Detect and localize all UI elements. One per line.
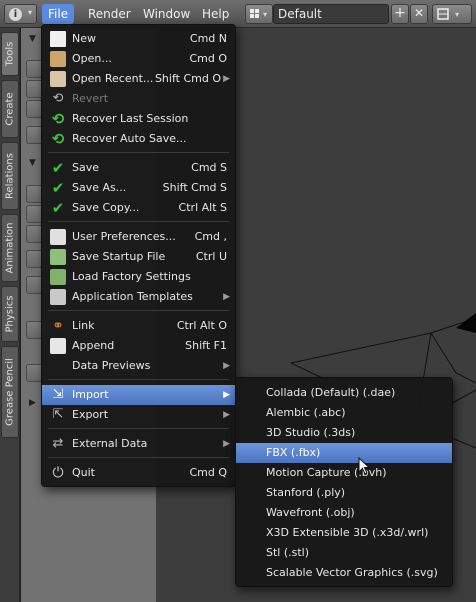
delete-layout-button[interactable]: ✕	[410, 4, 428, 24]
power-icon: ⏻	[52, 465, 64, 481]
file-menu: New Cmd N Open... Cmd O Open Recent... S…	[41, 24, 236, 487]
submenu-arrow-icon: ▶	[223, 292, 230, 302]
menu-window[interactable]: Window	[137, 4, 196, 24]
menu-item-save[interactable]: ✔ Save Cmd S	[42, 158, 235, 178]
menu-render[interactable]: Render	[82, 4, 137, 24]
scene-icon: ▾	[437, 8, 459, 20]
new-file-icon	[50, 31, 66, 47]
menu-item-import[interactable]: ⇲ Import ▶	[42, 385, 235, 405]
factory-settings-icon	[50, 269, 66, 285]
menu-item-append[interactable]: Append Shift F1	[42, 336, 235, 356]
menu-item-new[interactable]: New Cmd N	[42, 29, 235, 49]
import-fbx[interactable]: FBX (.fbx)	[236, 443, 452, 463]
tool-shelf-tabs: Tools Create Relations Animation Physics…	[0, 28, 20, 602]
mouse-cursor-icon	[358, 457, 371, 475]
info-icon: i	[9, 8, 22, 21]
menu-separator	[48, 428, 229, 429]
submenu-arrow-icon: ▶	[223, 390, 230, 400]
templates-icon	[50, 289, 66, 305]
menu-item-recover-last-session[interactable]: ⟲ Recover Last Session	[42, 109, 235, 129]
checkmark-icon: ✔	[51, 159, 65, 177]
scene-selector-button[interactable]: ▾	[432, 4, 472, 24]
menu-item-link[interactable]: ⚭ Link Ctrl Alt O	[42, 316, 235, 336]
menu-separator	[48, 221, 229, 222]
menu-separator	[48, 310, 229, 311]
save-startup-icon	[50, 249, 66, 265]
chevron-down-icon: ▾	[27, 8, 32, 17]
submenu-arrow-icon: ▶	[223, 439, 230, 449]
menu-file[interactable]: File	[42, 4, 75, 24]
tab-tools[interactable]: Tools	[1, 32, 19, 76]
menu-item-revert: ⟲ Revert	[42, 89, 235, 109]
layout-grid-icon: ▾	[250, 9, 267, 19]
import-submenu: Collada (Default) (.dae) Alembic (.abc) …	[235, 377, 453, 587]
tab-relations[interactable]: Relations	[1, 142, 19, 210]
submenu-arrow-icon: ▶	[223, 410, 230, 420]
svg-text:▾: ▾	[263, 10, 267, 19]
menu-separator	[48, 457, 229, 458]
menu-item-recover-auto-save[interactable]: ⟲ Recover Auto Save...	[42, 129, 235, 149]
checkmark-icon: ✔	[51, 199, 65, 217]
menu-item-external-data[interactable]: ⇄ External Data ▶	[42, 434, 235, 454]
import-3d-studio[interactable]: 3D Studio (.3ds)	[236, 423, 452, 443]
menu-item-open-recent[interactable]: Open Recent... Shift Cmd O ▶	[42, 69, 235, 89]
folder-icon	[50, 51, 66, 67]
tab-create[interactable]: Create	[1, 80, 19, 138]
menu-item-save-copy[interactable]: ✔ Save Copy... Ctrl Alt S	[42, 198, 235, 218]
panel-expand-icon[interactable]: ▶	[29, 398, 36, 408]
external-data-icon: ⇄	[52, 436, 64, 451]
submenu-arrow-icon: ▶	[223, 361, 230, 371]
import-icon: ⇲	[52, 387, 64, 402]
menu-item-export[interactable]: ⇱ Export ▶	[42, 405, 235, 425]
screen-layout-button[interactable]: ▾	[245, 4, 273, 24]
checkmark-icon: ✔	[51, 179, 65, 197]
tab-grease-pencil[interactable]: Grease Pencil	[1, 346, 19, 438]
open-recent-icon	[50, 71, 66, 87]
tab-physics[interactable]: Physics	[1, 286, 19, 342]
recover-icon: ⟲	[51, 110, 65, 128]
add-layout-button[interactable]: +	[391, 4, 409, 24]
import-alembic[interactable]: Alembic (.abc)	[236, 403, 452, 423]
svg-text:▾: ▾	[455, 10, 459, 19]
menu-item-data-previews[interactable]: Data Previews ▶	[42, 356, 235, 376]
editor-type-button[interactable]: i ▾	[4, 4, 37, 24]
recover-icon: ⟲	[51, 130, 65, 148]
import-x3d[interactable]: X3D Extensible 3D (.x3d/.wrl)	[236, 523, 452, 543]
import-stl[interactable]: Stl (.stl)	[236, 543, 452, 563]
screen-layout-field[interactable]: Default	[273, 4, 389, 24]
preferences-icon	[50, 229, 66, 245]
menu-item-application-templates[interactable]: Application Templates ▶	[42, 287, 235, 307]
menu-separator	[48, 379, 229, 380]
append-icon	[50, 338, 66, 354]
revert-icon: ⟲	[52, 91, 64, 106]
menu-item-user-preferences[interactable]: User Preferences... Cmd ,	[42, 227, 235, 247]
export-icon: ⇱	[52, 407, 64, 422]
menu-help[interactable]: Help	[196, 4, 235, 24]
import-stanford[interactable]: Stanford (.ply)	[236, 483, 452, 503]
import-motion-capture[interactable]: Motion Capture (.bvh)	[236, 463, 452, 483]
menu-item-load-factory-settings[interactable]: Load Factory Settings	[42, 267, 235, 287]
menu-separator	[48, 152, 229, 153]
submenu-arrow-icon: ▶	[223, 74, 230, 84]
menu-item-quit[interactable]: ⏻ Quit Cmd Q	[42, 463, 235, 483]
import-svg[interactable]: Scalable Vector Graphics (.svg)	[236, 563, 452, 583]
menu-item-open[interactable]: Open... Cmd O	[42, 49, 235, 69]
panel-collapse-icon[interactable]: ▼	[29, 158, 36, 168]
menu-item-save-startup-file[interactable]: Save Startup File Ctrl U	[42, 247, 235, 267]
import-collada[interactable]: Collada (Default) (.dae)	[236, 383, 452, 403]
link-icon: ⚭	[52, 318, 64, 334]
import-wavefront[interactable]: Wavefront (.obj)	[236, 503, 452, 523]
menu-item-save-as[interactable]: ✔ Save As... Shift Cmd S	[42, 178, 235, 198]
panel-collapse-icon[interactable]: ▼	[29, 34, 36, 44]
tab-animation[interactable]: Animation	[1, 214, 19, 282]
